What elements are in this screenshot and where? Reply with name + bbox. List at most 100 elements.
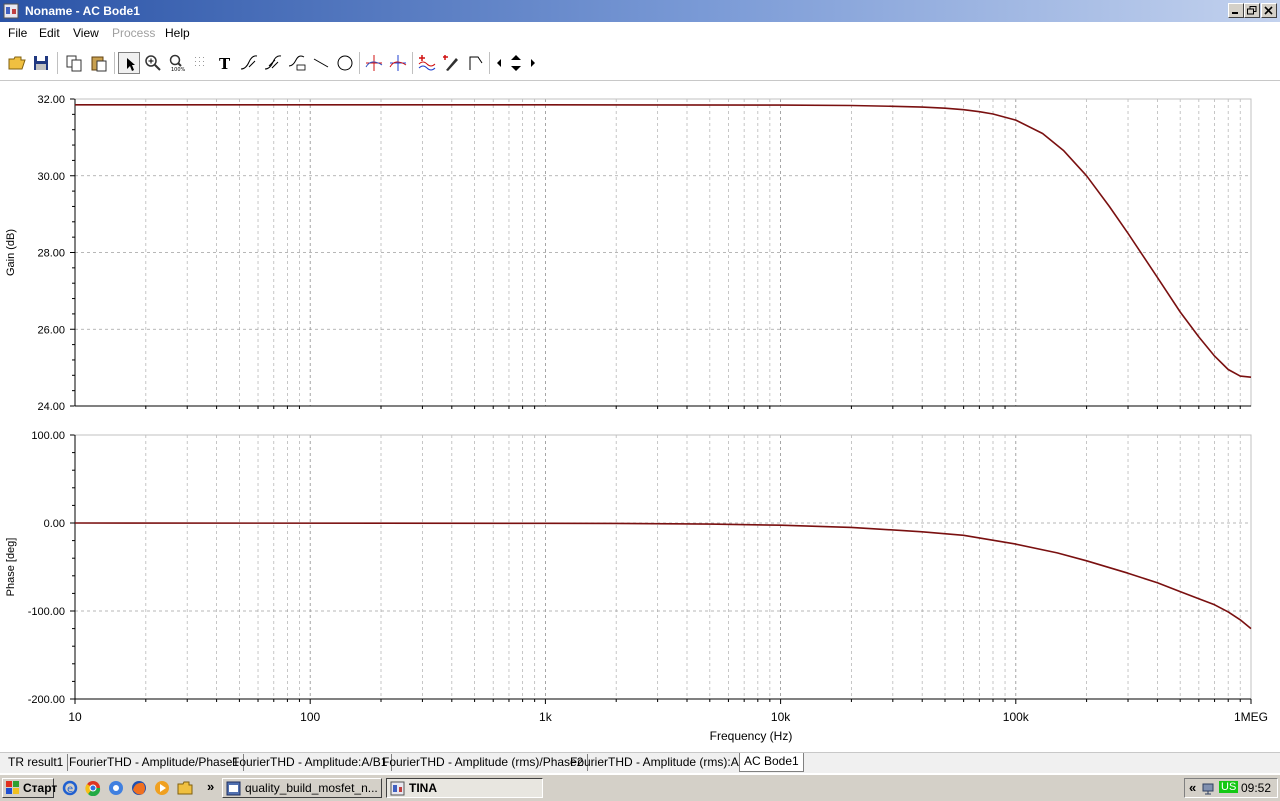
svg-text:e: e xyxy=(67,784,73,795)
chrome-icon[interactable] xyxy=(85,780,101,796)
svg-text:100%: 100% xyxy=(171,67,186,72)
add-marker-button[interactable] xyxy=(416,52,438,74)
restore-button[interactable] xyxy=(1244,3,1260,18)
firefox-icon[interactable] xyxy=(131,780,147,796)
grid-icon xyxy=(195,57,204,66)
clock: 09:52 xyxy=(1240,781,1271,795)
scroll-updown-icon xyxy=(511,55,521,71)
y-tick-label: -200.00 xyxy=(28,694,65,706)
start-button[interactable]: Старт xyxy=(2,778,58,798)
copy-button[interactable] xyxy=(63,52,85,74)
curve-button[interactable] xyxy=(238,52,260,74)
scroll-left-icon xyxy=(497,59,501,67)
scroll-left-button[interactable] xyxy=(492,52,506,74)
cursor-b-button[interactable] xyxy=(387,52,409,74)
x-tick-label: 10k xyxy=(771,710,791,724)
pen-button[interactable] xyxy=(440,52,462,74)
pointer-icon xyxy=(127,58,135,71)
curve-label-button[interactable] xyxy=(286,52,308,74)
y-tick-label: 24.00 xyxy=(37,401,65,413)
frequency-axis-label: Frequency (Hz) xyxy=(710,729,793,743)
x-tick-label: 10 xyxy=(68,710,82,724)
tab-fourier-amplitude-phase1[interactable]: FourierTHD - Amplitude/Phase1 xyxy=(65,754,245,771)
open-button[interactable] xyxy=(6,52,28,74)
paste-button[interactable] xyxy=(88,52,110,74)
plot-frame xyxy=(74,434,1252,700)
language-indicator[interactable]: US xyxy=(1219,781,1239,793)
document-icon xyxy=(226,781,241,796)
curve-edit-button[interactable] xyxy=(262,52,284,74)
zoom-in-button[interactable] xyxy=(142,52,164,74)
open-icon xyxy=(8,56,26,70)
cursor-b-icon xyxy=(389,55,407,71)
line-tool-button[interactable] xyxy=(310,52,332,74)
pen-icon xyxy=(443,55,458,71)
line-icon xyxy=(313,58,329,68)
task-label: quality_build_mosfet_n... xyxy=(245,781,378,795)
tab-ac-bode1[interactable]: AC Bode1 xyxy=(739,753,804,772)
pointer-tool-button[interactable] xyxy=(118,52,140,74)
save-icon xyxy=(34,56,48,70)
y-tick-label: -100.00 xyxy=(28,606,65,618)
phase-axis-label: Phase [deg] xyxy=(5,538,17,597)
cursor-a-button[interactable] xyxy=(363,52,385,74)
tina-app-icon xyxy=(3,3,19,19)
menu-file[interactable]: File xyxy=(8,26,27,40)
axis-button[interactable] xyxy=(464,52,486,74)
ellipse-tool-button[interactable] xyxy=(334,52,356,74)
y-tick-label: 28.00 xyxy=(37,248,65,260)
grid-button[interactable] xyxy=(190,52,212,74)
text-tool-button[interactable]: T xyxy=(214,52,236,74)
title-bar: Noname - AC Bode1 xyxy=(0,0,1280,22)
media-player-icon[interactable] xyxy=(154,780,170,796)
tina-app-icon xyxy=(390,781,405,796)
save-button[interactable] xyxy=(30,52,52,74)
zoom-in-icon xyxy=(145,55,161,71)
cursor-a-icon xyxy=(365,55,383,71)
x-tick-label: 1k xyxy=(539,710,553,724)
menu-help[interactable]: Help xyxy=(165,26,190,40)
tray-expand[interactable]: « xyxy=(1189,780,1196,795)
close-icon xyxy=(1264,6,1273,15)
tab-fourier-rms-ab2[interactable]: FourierTHD - Amplitude (rms):A/B2 xyxy=(566,754,762,771)
network-icon[interactable] xyxy=(1202,781,1216,795)
menu-bar: File Edit View Process Help xyxy=(0,22,1280,42)
x-tick-label: 100k xyxy=(1003,710,1030,724)
curve-edit-icon xyxy=(264,55,282,70)
zoom-100-button[interactable]: 100% xyxy=(166,52,188,74)
tab-fourier-amplitude-ab1[interactable]: FourierTHD - Amplitude:A/B1 xyxy=(228,754,393,771)
zoom-100-icon: 100% xyxy=(169,54,186,72)
tab-tr-result1[interactable]: TR result1 xyxy=(4,754,69,771)
system-tray: « US 09:52 xyxy=(1184,778,1278,798)
menu-process[interactable]: Process xyxy=(112,26,155,40)
y-tick-label: 26.00 xyxy=(37,324,65,336)
tab-fourier-rms-phase2[interactable]: FourierTHD - Amplitude (rms)/Phase2 xyxy=(378,754,589,771)
task-quality-build[interactable]: quality_build_mosfet_n... xyxy=(222,778,382,798)
restore-icon xyxy=(1247,6,1257,15)
axis-icon xyxy=(469,56,483,70)
y-tick-label: 32.00 xyxy=(37,94,65,106)
quicklaunch-more[interactable]: » xyxy=(207,779,214,794)
task-tina[interactable]: TINA xyxy=(386,778,543,798)
y-tick-label: 100.00 xyxy=(31,430,65,442)
bode-plot[interactable]: 32.00 30.00 28.00 26.00 24.00 Gain (dB) 100.00… xyxy=(0,82,1280,750)
windows-logo-icon xyxy=(6,781,19,794)
curve-label-icon xyxy=(288,55,306,71)
gain-curve xyxy=(75,104,1252,378)
menu-view[interactable]: View xyxy=(73,26,99,40)
scroll-right-icon xyxy=(531,59,535,67)
close-button[interactable] xyxy=(1261,3,1277,18)
gain-axis-label: Gain (dB) xyxy=(5,229,17,276)
scroll-right-button[interactable] xyxy=(526,52,540,74)
menu-edit[interactable]: Edit xyxy=(39,26,60,40)
chrome-icon-2[interactable] xyxy=(108,780,124,796)
scroll-updown-button[interactable] xyxy=(506,52,526,74)
x-tick-label: 100 xyxy=(300,710,320,724)
minimize-button[interactable] xyxy=(1228,3,1244,18)
phase-curve xyxy=(74,522,1252,630)
start-label: Старт xyxy=(23,781,58,795)
ie-icon[interactable]: e xyxy=(62,780,78,796)
folder-icon[interactable] xyxy=(177,780,193,796)
y-tick-label: 30.00 xyxy=(37,171,65,183)
toolbar: 100% T xyxy=(0,46,1280,81)
